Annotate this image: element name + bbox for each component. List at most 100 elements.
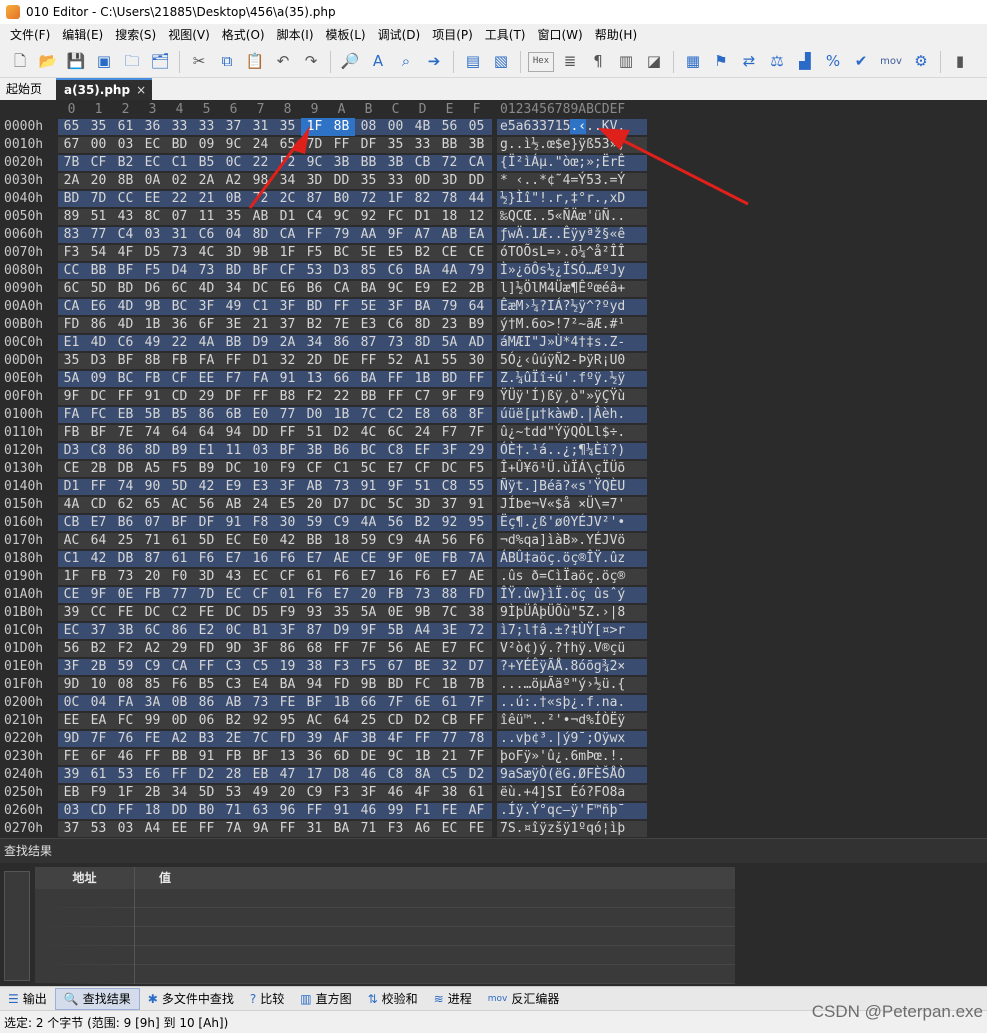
ascii-selected-char[interactable]: ‹ xyxy=(578,119,587,134)
hex-byte[interactable]: 7D xyxy=(85,190,112,208)
hex-byte[interactable]: 9C xyxy=(382,280,409,298)
ascii-text[interactable]: ...…öµÃäº"ý›½ü.{ xyxy=(500,676,625,694)
hex-byte[interactable]: 8B xyxy=(139,352,166,370)
hex-byte[interactable]: 5E xyxy=(355,298,382,316)
hex-byte[interactable]: 53 xyxy=(85,820,112,838)
text-view-icon[interactable]: ≣ xyxy=(558,50,582,74)
hex-byte[interactable]: 21 xyxy=(193,190,220,208)
hex-byte[interactable]: DD xyxy=(463,172,490,190)
hex-byte[interactable]: 91 xyxy=(463,496,490,514)
hex-byte[interactable]: F6 xyxy=(409,568,436,586)
ascii-text[interactable]: ŸÜÿ'Í)ßÿ¸ò"»ÿÇŸù xyxy=(500,388,625,406)
hex-byte[interactable]: 6F xyxy=(193,316,220,334)
hex-byte[interactable]: FB xyxy=(139,586,166,604)
hex-byte[interactable]: F3 xyxy=(328,784,355,802)
hex-byte[interactable]: E5 xyxy=(382,244,409,262)
hex-byte[interactable]: 65 xyxy=(139,496,166,514)
hex-byte[interactable]: 36 xyxy=(166,316,193,334)
hex-byte[interactable]: FF xyxy=(382,370,409,388)
hex-byte[interactable]: A6 xyxy=(409,820,436,838)
hex-byte[interactable]: 4C xyxy=(355,424,382,442)
hex-byte[interactable]: DF xyxy=(193,514,220,532)
hex-byte[interactable]: 49 xyxy=(139,334,166,352)
hex-byte[interactable]: FF xyxy=(112,802,139,820)
hex-byte[interactable]: 1F xyxy=(112,784,139,802)
hex-byte[interactable]: 86 xyxy=(328,334,355,352)
hex-byte[interactable]: 4D xyxy=(112,316,139,334)
hex-byte[interactable]: 64 xyxy=(166,424,193,442)
hex-byte[interactable]: D3 xyxy=(85,352,112,370)
hex-byte[interactable]: C6 xyxy=(382,262,409,280)
hex-byte[interactable]: 42 xyxy=(274,532,301,550)
hex-byte[interactable]: CD xyxy=(166,388,193,406)
column-header-address[interactable]: 地址 xyxy=(35,867,135,889)
hex-byte[interactable]: 7F xyxy=(355,640,382,658)
hex-byte[interactable]: 53 xyxy=(220,784,247,802)
hex-byte[interactable]: BD xyxy=(166,136,193,154)
hex-byte[interactable]: 99 xyxy=(139,712,166,730)
histogram-icon[interactable]: ▟ xyxy=(793,50,817,74)
ascii-text[interactable]: áMÆI"J»Ù*4†‡s.Z- xyxy=(500,334,625,352)
hex-byte[interactable]: 0A xyxy=(139,172,166,190)
compare-icon[interactable]: ⚖ xyxy=(765,50,789,74)
hex-byte[interactable]: C3 xyxy=(220,676,247,694)
ascii-text[interactable]: .Íÿ.Ý°qc–ÿ'F™ñþ¯ xyxy=(500,802,625,820)
hex-byte[interactable]: BD xyxy=(112,280,139,298)
hex-byte[interactable]: 5A xyxy=(436,334,463,352)
hex-byte[interactable]: 51 xyxy=(85,208,112,226)
hex-byte[interactable]: 47 xyxy=(274,766,301,784)
hex-byte[interactable]: B0 xyxy=(193,802,220,820)
hex-byte[interactable]: 7E xyxy=(328,316,355,334)
hex-byte[interactable]: EC xyxy=(247,568,274,586)
bottom-tab[interactable]: ? 比较 xyxy=(242,988,292,1010)
hex-byte[interactable]: 0C xyxy=(58,694,85,712)
save-icon[interactable]: 💾 xyxy=(64,50,88,74)
hex-byte[interactable]: 3E xyxy=(436,622,463,640)
hex-byte[interactable]: 38 xyxy=(436,784,463,802)
hex-byte[interactable]: 8D xyxy=(247,226,274,244)
hex-byte[interactable]: 86 xyxy=(274,640,301,658)
hex-byte[interactable]: C1 xyxy=(166,154,193,172)
hex-byte[interactable]: 4F xyxy=(409,784,436,802)
hex-byte[interactable]: DD xyxy=(328,172,355,190)
hex-byte[interactable]: 8D xyxy=(409,334,436,352)
bottom-tab[interactable]: 🔍 查找结果 xyxy=(54,987,140,1010)
hex-byte[interactable]: 77 xyxy=(85,226,112,244)
hex-byte[interactable]: BF xyxy=(112,352,139,370)
hex-byte[interactable]: 51 xyxy=(409,478,436,496)
hex-byte[interactable]: B9 xyxy=(193,460,220,478)
hex-byte[interactable]: 73 xyxy=(166,244,193,262)
hex-byte[interactable]: 85 xyxy=(355,262,382,280)
hex-byte[interactable]: A1 xyxy=(409,352,436,370)
hex-byte[interactable]: B0 xyxy=(328,190,355,208)
hex-byte[interactable]: D2 xyxy=(409,712,436,730)
hex-byte[interactable]: 33 xyxy=(193,118,220,136)
hex-byte[interactable]: F3 xyxy=(328,658,355,676)
new-file-icon[interactable]: 🗋 xyxy=(8,50,32,74)
hex-byte[interactable]: C8 xyxy=(382,766,409,784)
hex-byte[interactable]: 67 xyxy=(58,136,85,154)
hex-byte[interactable]: 61 xyxy=(436,694,463,712)
ascii-text[interactable]: ÓÈ†.¹á..¿;¶¼Èï?) xyxy=(500,442,625,460)
hex-byte[interactable]: 6E xyxy=(409,694,436,712)
hex-byte[interactable]: BA xyxy=(355,280,382,298)
menu-item[interactable]: 调试(D) xyxy=(372,24,427,46)
hex-byte[interactable]: 3D xyxy=(436,172,463,190)
hex-byte[interactable]: CE xyxy=(463,244,490,262)
menu-item[interactable]: 搜索(S) xyxy=(109,24,162,46)
hex-byte[interactable]: F6 xyxy=(301,586,328,604)
hex-byte[interactable]: 8B xyxy=(112,172,139,190)
hex-byte[interactable]: 5A xyxy=(58,370,85,388)
hex-byte[interactable]: FF xyxy=(301,802,328,820)
hex-byte[interactable]: AB xyxy=(247,208,274,226)
hex-byte[interactable]: 08 xyxy=(112,676,139,694)
hex-byte[interactable]: EA xyxy=(85,712,112,730)
hex-byte[interactable]: E3 xyxy=(355,316,382,334)
hex-byte[interactable]: 18 xyxy=(139,802,166,820)
hex-byte[interactable]: 90 xyxy=(139,478,166,496)
bottom-tab[interactable]: ≋ 进程 xyxy=(426,988,480,1010)
hex-byte[interactable]: F6 xyxy=(328,568,355,586)
hex-byte[interactable]: 31 xyxy=(301,820,328,838)
hex-byte[interactable]: 9C xyxy=(328,208,355,226)
hex-byte[interactable]: BF xyxy=(112,262,139,280)
